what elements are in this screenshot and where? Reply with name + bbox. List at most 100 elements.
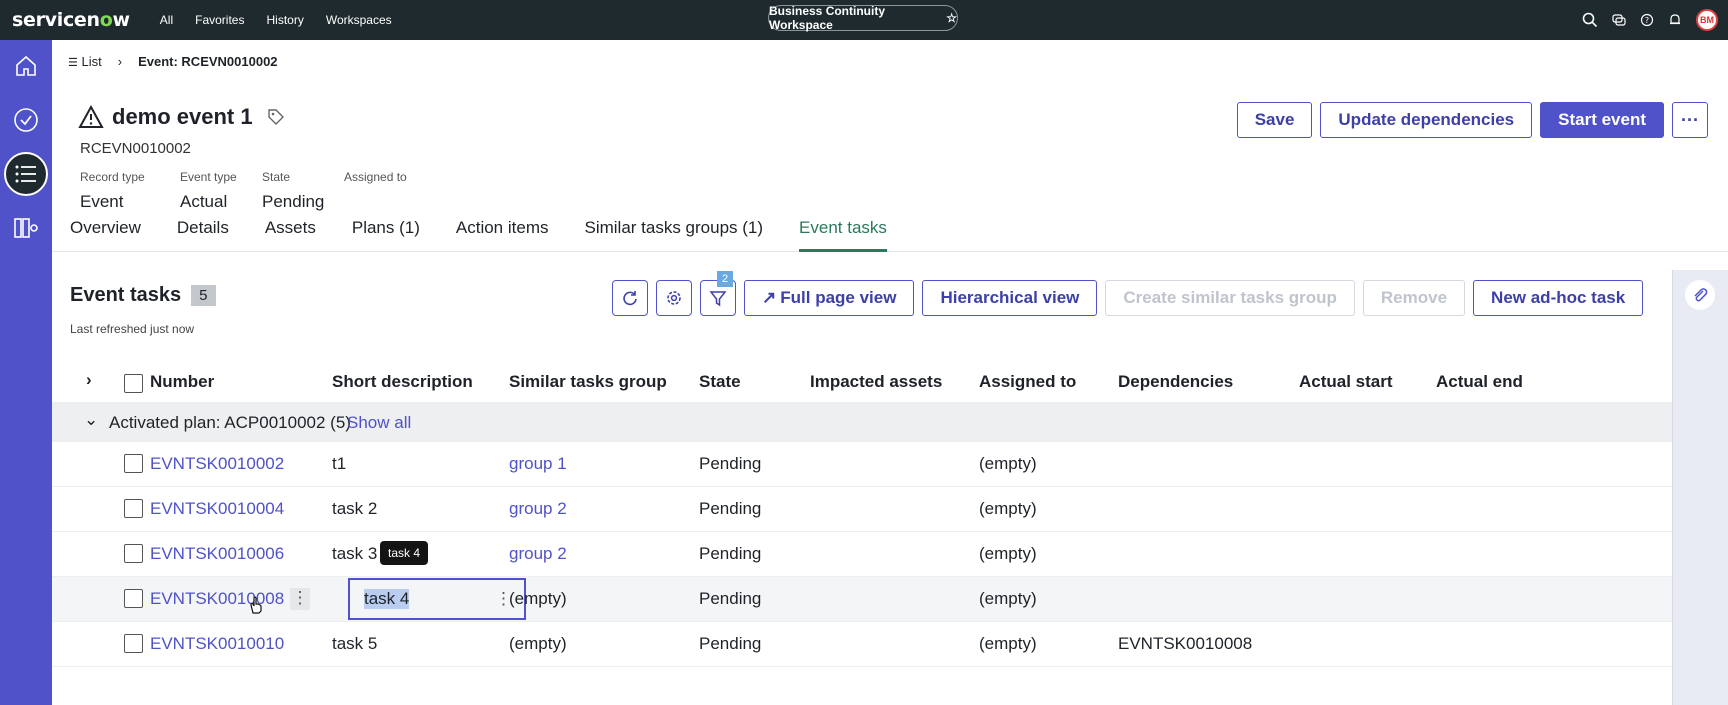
chevron-down-icon[interactable]: ⌄ (84, 410, 98, 430)
task-number-link[interactable]: EVNTSK0010004 (150, 499, 284, 519)
field-label: Event type (180, 170, 237, 184)
nav-all[interactable]: All (160, 13, 173, 27)
task-group-link[interactable]: group 1 (509, 454, 567, 474)
record-fields: Record type Event Event type Actual Stat… (80, 170, 425, 212)
task-number-link[interactable]: EVNTSK0010010 (150, 634, 284, 654)
remove-button[interactable]: Remove (1362, 280, 1466, 316)
workspace-pill[interactable]: Business Continuity Workspace ☆ (768, 4, 958, 32)
task-number-link[interactable]: EVNTSK0010006 (150, 544, 284, 564)
home-icon[interactable] (4, 44, 48, 88)
table-row[interactable]: EVNTSK0010010 task 5 (empty) Pending (em… (52, 622, 1672, 667)
breadcrumb-list-link[interactable]: ☰ List (68, 54, 102, 69)
chat-icon[interactable] (1612, 13, 1626, 27)
col-impacted-assets[interactable]: Impacted assets (810, 372, 942, 392)
row-checkbox[interactable] (124, 544, 143, 563)
task-state: Pending (699, 499, 762, 518)
warning-icon (78, 105, 104, 128)
list-icon[interactable] (4, 152, 48, 196)
table-row[interactable]: EVNTSK0010008 ⋮ task 4 ⋮ (empty) Pending… (52, 577, 1672, 622)
row-checkbox[interactable] (124, 634, 143, 653)
task-assigned: (empty) (979, 544, 1037, 563)
col-assigned-to[interactable]: Assigned to (979, 372, 1076, 392)
table-row[interactable]: EVNTSK0010004 task 2 group 2 Pending (em… (52, 487, 1672, 532)
col-actual-end[interactable]: Actual end (1436, 372, 1523, 392)
task-state: Pending (699, 634, 762, 653)
avatar[interactable]: BM (1696, 9, 1718, 31)
table-row[interactable]: EVNTSK0010006 task 3 group 2 Pending (em… (52, 532, 1672, 577)
panel-toolbar: 2 ↗ Full page view Hierarchical view Cre… (612, 271, 1644, 316)
task-number-link[interactable]: EVNTSK0010008 (150, 589, 284, 609)
row-checkbox[interactable] (124, 499, 143, 518)
bell-icon[interactable] (1668, 13, 1682, 27)
nav-history[interactable]: History (266, 13, 303, 27)
task-description-input[interactable]: task 4 (364, 589, 410, 609)
table-row[interactable]: EVNTSK0010002 t1 group 1 Pending (empty) (52, 442, 1672, 487)
record-tabs: Overview Details Assets Plans (1) Action… (52, 218, 1728, 252)
full-page-view-button[interactable]: ↗ Full page view (744, 280, 915, 316)
help-icon[interactable]: ? (1640, 13, 1654, 27)
event-tasks-panel: Event tasks 5 Last refreshed just now 2 … (52, 270, 1672, 705)
more-vertical-icon[interactable]: ⋮ (290, 588, 310, 610)
settings-button[interactable] (656, 280, 692, 316)
more-actions-button[interactable]: ··· (1672, 102, 1708, 138)
task-description[interactable]: task 2 (332, 499, 377, 519)
task-description[interactable]: task 5 (332, 634, 377, 654)
task-group-link[interactable]: group 2 (509, 544, 567, 564)
col-state[interactable]: State (699, 372, 741, 392)
group-label: Activated plan: ACP0010002 (5) (109, 413, 351, 432)
nav-workspaces[interactable]: Workspaces (326, 13, 392, 27)
tab-plans[interactable]: Plans (1) (352, 218, 420, 252)
hand-cursor-icon (250, 596, 262, 614)
expand-all-icon[interactable]: › (86, 370, 92, 390)
field-label: Assigned to (344, 170, 407, 184)
col-similar-tasks-group[interactable]: Similar tasks group (509, 372, 667, 392)
tab-event-tasks[interactable]: Event tasks (799, 218, 887, 252)
nav-favorites[interactable]: Favorites (195, 13, 244, 27)
check-circle-icon[interactable] (4, 98, 48, 142)
servicenow-logo[interactable]: servicenow (12, 9, 130, 31)
task-group: (empty) (509, 589, 567, 608)
header-actions: Save Update dependencies Start event ··· (1236, 102, 1708, 138)
refresh-status: Last refreshed just now (70, 322, 195, 336)
field-label: Record type (80, 170, 145, 184)
workspace-name: Business Continuity Workspace (769, 4, 886, 32)
col-short-description[interactable]: Short description (332, 372, 473, 392)
show-all-link[interactable]: Show all (347, 413, 411, 433)
tab-assets[interactable]: Assets (265, 218, 316, 252)
tab-overview[interactable]: Overview (70, 218, 141, 252)
library-icon[interactable] (4, 206, 48, 250)
row-checkbox[interactable] (124, 589, 143, 608)
task-number-link[interactable]: EVNTSK0010002 (150, 454, 284, 474)
main-content: ☰ List › Event: RCEVN0010002 demo event … (52, 40, 1728, 705)
start-event-button[interactable]: Start event (1540, 102, 1664, 138)
task-group-link[interactable]: group 2 (509, 499, 567, 519)
refresh-button[interactable] (612, 280, 648, 316)
select-all-checkbox[interactable] (124, 374, 143, 393)
task-description[interactable]: task 3 (332, 544, 377, 564)
hierarchical-view-button[interactable]: Hierarchical view (922, 280, 1098, 316)
update-dependencies-button[interactable]: Update dependencies (1320, 102, 1533, 138)
task-description[interactable]: t1 (332, 454, 346, 474)
tag-icon[interactable] (267, 108, 285, 126)
create-similar-tasks-group-button[interactable]: Create similar tasks group (1105, 280, 1355, 316)
save-button[interactable]: Save (1236, 102, 1313, 138)
row-checkbox[interactable] (124, 454, 143, 473)
task-state: Pending (699, 544, 762, 563)
col-number[interactable]: Number (150, 372, 214, 392)
filter-button[interactable]: 2 (700, 271, 736, 316)
tab-action-items[interactable]: Action items (456, 218, 549, 252)
tab-details[interactable]: Details (177, 218, 229, 252)
field-label: State (262, 170, 291, 184)
edit-cell[interactable]: task 4 ⋮ (348, 578, 526, 620)
task-assigned: (empty) (979, 634, 1037, 653)
field-value: Pending (262, 192, 325, 211)
star-icon[interactable]: ☆ (946, 11, 957, 25)
group-row: ⌄ Activated plan: ACP0010002 (5) Show al… (52, 402, 1672, 442)
search-icon[interactable] (1582, 12, 1598, 28)
filter-icon (709, 291, 727, 307)
paperclip-icon[interactable] (1685, 280, 1715, 310)
col-dependencies[interactable]: Dependencies (1118, 372, 1233, 392)
new-ad-hoc-task-button[interactable]: New ad-hoc task (1473, 280, 1644, 316)
tab-similar-tasks-groups[interactable]: Similar tasks groups (1) (584, 218, 763, 252)
col-actual-start[interactable]: Actual start (1299, 372, 1393, 392)
